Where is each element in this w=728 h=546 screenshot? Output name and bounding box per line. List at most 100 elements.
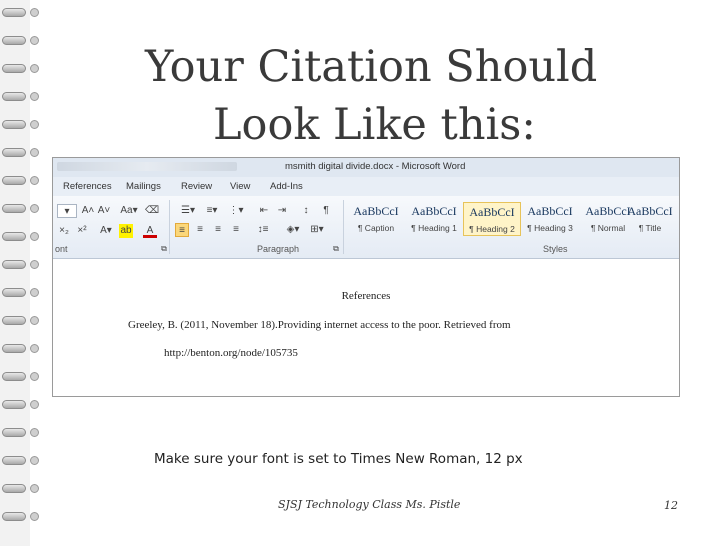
tab-view[interactable]: View: [230, 181, 250, 192]
spiral-ring: [2, 456, 26, 465]
spiral-ring: [2, 36, 26, 45]
change-case-icon[interactable]: Aa▾: [119, 204, 139, 218]
binding-hole: [30, 36, 39, 45]
ribbon-tabs: References Mailings Review View Add-Ins: [53, 177, 679, 197]
shading-icon[interactable]: ◈▾: [283, 223, 303, 237]
spiral-ring: [2, 92, 26, 101]
text-effects-icon[interactable]: A▾: [99, 224, 113, 238]
justify-icon[interactable]: ≡: [229, 223, 243, 237]
spiral-ring: [2, 148, 26, 157]
spiral-ring: [2, 204, 26, 213]
binding-hole: [30, 148, 39, 157]
binding-hole: [30, 344, 39, 353]
increase-indent-icon[interactable]: ⇥: [275, 204, 289, 218]
styles-group-label: Styles: [543, 244, 568, 254]
bullets-icon[interactable]: ☰▾: [177, 204, 199, 218]
grow-font-icon[interactable]: A˄: [81, 204, 95, 218]
spiral-ring: [2, 64, 26, 73]
binding-hole: [30, 232, 39, 241]
style-sample: AaBbCcI: [627, 204, 673, 218]
clear-formatting-icon[interactable]: ⌫: [145, 204, 159, 218]
align-right-icon[interactable]: ≡: [211, 223, 225, 237]
style-title[interactable]: AaBbCcI ¶ Title: [621, 202, 679, 236]
spiral-ring: [2, 232, 26, 241]
binding-hole: [30, 512, 39, 521]
slide-title: Your Citation Should Look Like this:: [145, 38, 665, 154]
tab-review[interactable]: Review: [181, 181, 212, 192]
spiral-ring: [2, 120, 26, 129]
citation-line-1: Greeley, B. (2011, November 18).Providin…: [128, 319, 511, 331]
highlight-icon[interactable]: ab: [119, 224, 133, 238]
superscript-icon[interactable]: ×²: [75, 224, 89, 238]
slide-number: 12: [664, 499, 678, 512]
shrink-font-icon[interactable]: A˅: [97, 204, 111, 218]
show-formatting-icon[interactable]: ¶: [319, 204, 333, 218]
sort-icon[interactable]: ↕: [299, 204, 313, 218]
binding-hole: [30, 316, 39, 325]
blurred-title-area: [57, 162, 237, 171]
spiral-ring: [2, 372, 26, 381]
align-center-icon[interactable]: ≡: [193, 223, 207, 237]
style-name: ¶ Heading 1: [411, 223, 457, 233]
window-title: msmith digital divide.docx - Microsoft W…: [285, 161, 466, 172]
font-size-dropdown[interactable]: ▾: [57, 204, 77, 218]
binding-hole: [30, 428, 39, 437]
paragraph-dialog-launcher-icon[interactable]: ⧉: [329, 242, 343, 256]
borders-icon[interactable]: ⊞▾: [307, 223, 327, 237]
binding-hole: [30, 64, 39, 73]
spiral-ring: [2, 400, 26, 409]
tab-references[interactable]: References: [63, 181, 112, 192]
font-color-icon[interactable]: A: [143, 224, 157, 238]
spiral-ring: [2, 512, 26, 521]
divider: [343, 200, 344, 254]
spiral-ring: [2, 176, 26, 185]
spiral-ring: [2, 8, 26, 17]
spiral-ring: [2, 260, 26, 269]
numbering-icon[interactable]: ≡▾: [201, 204, 223, 218]
style-heading-2[interactable]: AaBbCcI ¶ Heading 2: [463, 202, 521, 236]
binding-hole: [30, 372, 39, 381]
style-sample: AaBbCcI: [469, 205, 515, 219]
references-heading: References: [341, 290, 391, 302]
style-sample: AaBbCcI: [527, 204, 573, 218]
binding-hole: [30, 176, 39, 185]
binding-hole: [30, 204, 39, 213]
ribbon: ▾ A˄ A˅ Aa▾ ⌫ ×₂ ×² A▾ ab A ont ⧉ ☰▾ ≡▾ …: [53, 196, 679, 259]
paragraph-group-label: Paragraph: [257, 244, 300, 254]
spiral-ring: [2, 316, 26, 325]
style-name: ¶ Heading 3: [527, 223, 573, 233]
divider: [169, 200, 170, 254]
decrease-indent-icon[interactable]: ⇤: [257, 204, 271, 218]
binding-hole: [30, 456, 39, 465]
style-heading-1[interactable]: AaBbCcI ¶ Heading 1: [405, 202, 463, 236]
line-spacing-icon[interactable]: ↕≡: [253, 223, 273, 237]
style-caption[interactable]: AaBbCcI ¶ Caption: [347, 202, 405, 236]
spiral-ring: [2, 484, 26, 493]
binding-hole: [30, 400, 39, 409]
title-line-2: Look Like this:: [213, 100, 536, 150]
style-name: ¶ Title: [638, 223, 662, 233]
multilevel-list-icon[interactable]: ⋮▾: [225, 204, 247, 218]
spiral-ring: [2, 428, 26, 437]
slide-footer: SJSJ Technology Class Ms. Pistle: [278, 498, 461, 511]
word-title-bar: msmith digital divide.docx - Microsoft W…: [53, 158, 679, 177]
binding-hole: [30, 8, 39, 17]
font-group-label: ont: [55, 244, 68, 254]
binding-hole: [30, 260, 39, 269]
tab-mailings[interactable]: Mailings: [126, 181, 161, 192]
align-left-icon[interactable]: ≡: [175, 223, 189, 237]
style-name: ¶ Caption: [357, 223, 395, 233]
citation-url: http://benton.org/node/105735: [164, 347, 298, 359]
tab-add-ins[interactable]: Add-Ins: [270, 181, 303, 192]
title-line-1: Your Citation Should: [145, 42, 598, 92]
spiral-ring: [2, 288, 26, 297]
word-screenshot: msmith digital divide.docx - Microsoft W…: [52, 157, 680, 397]
style-sample: AaBbCcI: [353, 204, 399, 218]
document-page[interactable]: References Greeley, B. (2011, November 1…: [53, 259, 679, 396]
binding-hole: [30, 288, 39, 297]
binding-hole: [30, 120, 39, 129]
slide-caption: Make sure your font is set to Times New …: [154, 451, 523, 467]
subscript-icon[interactable]: ×₂: [57, 224, 71, 238]
style-heading-3[interactable]: AaBbCcI ¶ Heading 3: [521, 202, 579, 236]
style-sample: AaBbCcI: [411, 204, 457, 218]
